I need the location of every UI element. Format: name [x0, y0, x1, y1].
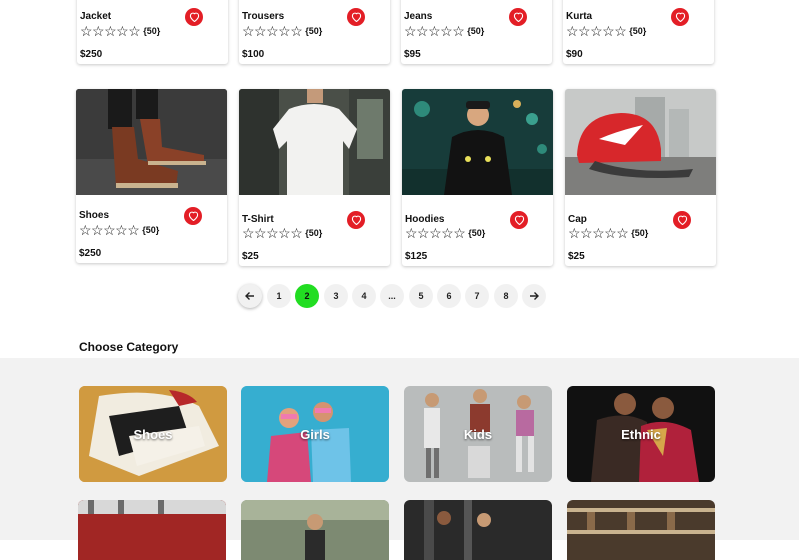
product-price: $25: [568, 251, 585, 262]
heart-icon[interactable]: [347, 211, 365, 229]
category-label: Shoes: [133, 426, 173, 442]
category-card-shoes[interactable]: Shoes: [79, 386, 227, 482]
page-button[interactable]: 3: [324, 284, 348, 308]
product-name: Shoes: [79, 210, 110, 221]
category-photo: [404, 500, 552, 560]
product-name: Cap: [568, 214, 587, 225]
product-price: $125: [405, 251, 428, 262]
cap-photo[interactable]: [565, 89, 716, 195]
category-label: Girls: [300, 426, 330, 442]
boots-illustration: [76, 89, 227, 195]
category-card[interactable]: [78, 500, 226, 560]
rating-stars: ☆☆☆☆☆ {50}: [566, 23, 647, 39]
category-card-girls[interactable]: Girls: [241, 386, 389, 482]
rating-count: {50}: [305, 26, 323, 36]
heart-icon[interactable]: [185, 8, 203, 26]
prev-page-button[interactable]: [238, 284, 262, 308]
page-button-active[interactable]: 2: [295, 284, 319, 308]
section-title: Choose Category: [79, 340, 179, 354]
product-price: $25: [242, 251, 259, 262]
category-card[interactable]: [241, 500, 389, 560]
rating-count: {50}: [143, 26, 161, 36]
rating-stars: ☆☆☆☆☆ {50}: [79, 222, 160, 238]
cap-illustration: [565, 89, 716, 195]
product-card[interactable]: Jacket ☆☆☆☆☆ {50} $250: [77, 0, 228, 64]
arrow-right-icon: [530, 292, 539, 300]
rating-count: {50}: [631, 228, 649, 238]
page-button[interactable]: 8: [494, 284, 518, 308]
category-card-ethnic[interactable]: Ethnic: [567, 386, 715, 482]
product-card[interactable]: Hoodies ☆☆☆☆☆ {50} $125: [402, 89, 553, 266]
rating-count: {50}: [629, 26, 647, 36]
rating-count: {50}: [142, 225, 160, 235]
page-ellipsis: ...: [380, 284, 404, 308]
rating-stars: ☆☆☆☆☆ {50}: [242, 23, 323, 39]
category-card[interactable]: [404, 500, 552, 560]
tshirt-illustration: [239, 89, 390, 195]
category-label: Kids: [463, 426, 493, 442]
tshirt-photo[interactable]: [239, 89, 390, 195]
rating-stars: ☆☆☆☆☆ {50}: [242, 225, 323, 241]
product-price: $95: [404, 49, 421, 60]
rating-stars: ☆☆☆☆☆ {50}: [80, 23, 161, 39]
heart-icon[interactable]: [671, 8, 689, 26]
product-price: $90: [566, 49, 583, 60]
category-card[interactable]: [567, 500, 715, 560]
next-page-button[interactable]: [522, 284, 546, 308]
heart-icon[interactable]: [347, 8, 365, 26]
rating-count: {50}: [305, 228, 323, 238]
product-name: Jacket: [80, 11, 112, 22]
product-card[interactable]: Jeans ☆☆☆☆☆ {50} $95: [401, 0, 552, 64]
page-button[interactable]: 7: [465, 284, 489, 308]
product-card[interactable]: Cap ☆☆☆☆☆ {50} $25: [565, 89, 716, 266]
page-button[interactable]: 5: [409, 284, 433, 308]
category-photo: [567, 500, 715, 560]
category-photo: [78, 500, 226, 560]
product-price: $100: [242, 49, 265, 60]
heart-icon[interactable]: [673, 211, 691, 229]
heart-icon[interactable]: [510, 211, 528, 229]
product-name: Trousers: [242, 11, 285, 22]
product-card[interactable]: Shoes ☆☆☆☆☆ {50} $250: [76, 89, 227, 263]
category-label: Ethnic: [621, 426, 661, 442]
product-name: T-Shirt: [242, 214, 274, 225]
product-card[interactable]: Trousers ☆☆☆☆☆ {50} $100: [239, 0, 390, 64]
heart-icon[interactable]: [509, 8, 527, 26]
category-photo: [241, 500, 389, 560]
hoodie-photo[interactable]: [402, 89, 553, 195]
category-card-kids[interactable]: Kids: [404, 386, 552, 482]
product-name: Hoodies: [405, 214, 445, 225]
product-card[interactable]: T-Shirt ☆☆☆☆☆ {50} $25: [239, 89, 390, 266]
page-button[interactable]: 6: [437, 284, 461, 308]
arrow-left-icon: [245, 292, 254, 300]
product-name: Kurta: [566, 11, 593, 22]
boots-photo[interactable]: [76, 89, 227, 195]
hoodie-illustration: [402, 89, 553, 195]
rating-stars: ☆☆☆☆☆ {50}: [568, 225, 649, 241]
rating-stars: ☆☆☆☆☆ {50}: [404, 23, 485, 39]
rating-count: {50}: [467, 26, 485, 36]
rating-count: {50}: [468, 228, 486, 238]
product-name: Jeans: [404, 11, 433, 22]
product-price: $250: [80, 49, 103, 60]
heart-icon[interactable]: [184, 207, 202, 225]
product-price: $250: [79, 248, 102, 259]
product-card[interactable]: Kurta ☆☆☆☆☆ {50} $90: [563, 0, 714, 64]
page-button[interactable]: 4: [352, 284, 376, 308]
rating-stars: ☆☆☆☆☆ {50}: [405, 225, 486, 241]
page-button[interactable]: 1: [267, 284, 291, 308]
